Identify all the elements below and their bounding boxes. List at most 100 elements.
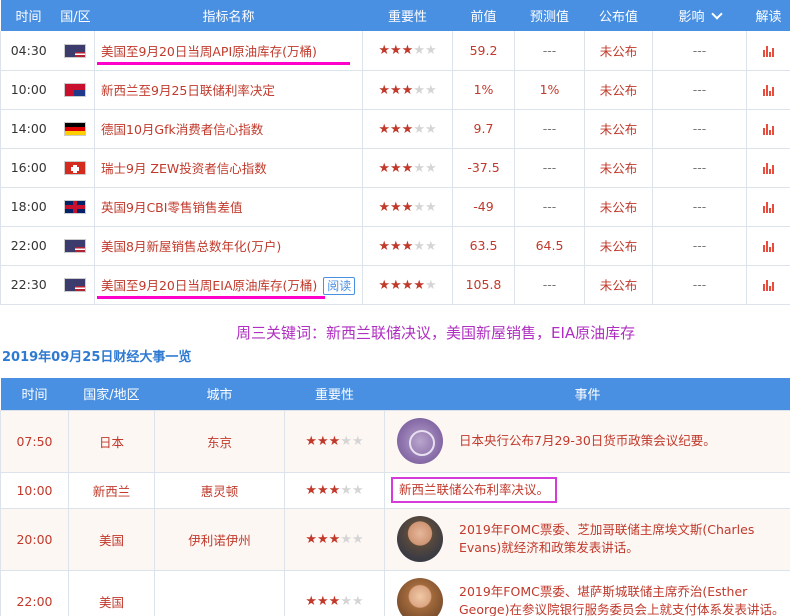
row-importance: ★★★★★: [362, 31, 453, 71]
event-row: 20:00 美国 伊利诺伊州 ★★★★★ 2019年FOMC票委、芝加哥联储主席埃文斯(…: [0, 507, 790, 571]
highlight-box: 新西兰联储公布利率决议。: [391, 477, 558, 503]
star-filled-icon: ★: [378, 238, 391, 254]
event-importance: ★★★★★: [284, 507, 385, 571]
star-filled-icon: ★: [390, 238, 402, 254]
row-indicator[interactable]: 德国10月Gfk消费者信心指数: [94, 109, 363, 149]
event-time: 10:00: [0, 471, 69, 509]
bar-chart-icon[interactable]: [762, 85, 775, 96]
star-filled-icon: ★: [401, 277, 414, 293]
row-analysis[interactable]: [746, 148, 790, 188]
row-time: 04:30: [0, 31, 57, 71]
event-row: 10:00 新西兰 惠灵顿 ★★★★★ 新西兰联储公布利率决议。: [0, 471, 790, 509]
events-header-country: 国家/地区: [68, 378, 155, 410]
row-importance: ★★★★★: [362, 265, 453, 305]
star-filled-icon: ★: [390, 160, 402, 176]
header-actual: 公布值: [584, 0, 653, 31]
star-filled-icon: ★: [401, 238, 414, 254]
row-country-flag: [56, 187, 95, 227]
economic-calendar-table: 时间 国/区 指标名称 重要性 前值 预测值 公布值 影响 解读 04:30 美国…: [0, 0, 790, 305]
row-country-flag: [56, 70, 95, 110]
star-filled-icon: ★: [317, 532, 329, 547]
row-time: 10:00: [0, 70, 57, 110]
event-country: 美国: [68, 507, 155, 571]
event-city: 东京: [154, 409, 285, 473]
ch-flag-icon: [64, 161, 87, 176]
star-filled-icon: ★: [390, 199, 402, 215]
row-analysis[interactable]: [746, 31, 790, 71]
indicator-link[interactable]: 美国至9月20日当周API原油库存(万桶): [101, 44, 317, 59]
calendar-importance-stars: ★★★★★: [378, 161, 436, 176]
event-importance: ★★★★★: [284, 409, 385, 473]
row-analysis[interactable]: [746, 109, 790, 149]
indicator-link[interactable]: 德国10月Gfk消费者信心指数: [101, 122, 263, 137]
events-header-time: 时间: [0, 378, 69, 410]
star-empty-icon: ★: [351, 594, 364, 609]
event-text: 2019年FOMC票委、堪萨斯城联储主席乔治(Esther George)在参议…: [459, 584, 785, 616]
calendar-importance-stars: ★★★★★: [378, 43, 436, 58]
event-description: 新西兰联储公布利率决议。: [384, 471, 790, 509]
row-time: 16:00: [0, 148, 57, 188]
event-country: 美国: [68, 569, 155, 616]
star-filled-icon: ★: [378, 121, 391, 137]
bar-chart-icon[interactable]: [762, 280, 775, 291]
row-actual: 未公布: [584, 109, 653, 149]
chevron-down-icon[interactable]: [710, 8, 723, 20]
row-forecast: ---: [514, 148, 585, 188]
row-country-flag: [56, 226, 95, 266]
star-filled-icon: ★: [390, 82, 402, 98]
row-time: 22:30: [0, 265, 57, 305]
read-button[interactable]: 阅读: [323, 276, 356, 295]
indicator-link[interactable]: 新西兰至9月25日联储利率决定: [101, 83, 275, 98]
row-forecast: 64.5: [514, 226, 585, 266]
bar-chart-icon[interactable]: [762, 124, 775, 135]
row-actual: 未公布: [584, 148, 653, 188]
bar-chart-icon[interactable]: [762, 163, 775, 174]
event-importance-stars: ★★★★★: [305, 532, 363, 547]
row-indicator[interactable]: 美国8月新屋销售总数年化(万户): [94, 226, 363, 266]
row-importance: ★★★★★: [362, 148, 453, 188]
bar-chart-icon[interactable]: [762, 241, 775, 252]
row-analysis[interactable]: [746, 265, 790, 305]
calendar-row: 16:00 瑞士9月 ZEW投资者信心指数 ★★★★★ -37.5 --- 未公布 ---: [0, 148, 790, 188]
row-indicator[interactable]: 新西兰至9月25日联储利率决定: [94, 70, 363, 110]
bar-chart-icon[interactable]: [762, 202, 775, 213]
star-filled-icon: ★: [328, 434, 341, 449]
row-actual: 未公布: [584, 70, 653, 110]
row-indicator[interactable]: 英国9月CBI零售销售差值: [94, 187, 363, 227]
star-filled-icon: ★: [401, 160, 414, 176]
event-text: 日本央行公布7月29-30日货币政策会议纪要。: [459, 433, 716, 448]
nz-flag-icon: [64, 83, 87, 98]
star-filled-icon: ★: [401, 82, 414, 98]
row-previous: 59.2: [452, 31, 515, 71]
calendar-importance-stars: ★★★★★: [378, 122, 436, 137]
header-analysis: 解读: [746, 0, 790, 31]
header-impact[interactable]: 影响: [652, 0, 747, 31]
star-filled-icon: ★: [390, 121, 402, 137]
star-empty-icon: ★: [424, 121, 437, 137]
row-analysis[interactable]: [746, 70, 790, 110]
row-analysis[interactable]: [746, 187, 790, 227]
indicator-link[interactable]: 英国9月CBI零售销售差值: [101, 200, 242, 215]
events-header-event: 事件: [384, 378, 790, 410]
star-empty-icon: ★: [424, 82, 437, 98]
event-text: 2019年FOMC票委、芝加哥联储主席埃文斯(Charles Evans)就经济…: [459, 522, 755, 555]
calendar-importance-stars: ★★★★★: [378, 200, 436, 215]
star-filled-icon: ★: [401, 43, 414, 59]
indicator-link[interactable]: 瑞士9月 ZEW投资者信心指数: [101, 161, 267, 176]
star-filled-icon: ★: [305, 434, 318, 449]
indicator-link[interactable]: 美国至9月20日当周EIA原油库存(万桶): [101, 278, 317, 293]
us-flag-icon: [64, 278, 87, 293]
star-empty-icon: ★: [351, 434, 364, 449]
header-impact-label: 影响: [678, 10, 705, 25]
row-indicator[interactable]: 瑞士9月 ZEW投资者信心指数: [94, 148, 363, 188]
row-analysis[interactable]: [746, 226, 790, 266]
uk-flag-icon: [64, 200, 87, 215]
row-actual: 未公布: [584, 187, 653, 227]
star-empty-icon: ★: [424, 43, 437, 59]
row-forecast: ---: [514, 109, 585, 149]
highlight-underline-api: [97, 62, 350, 65]
calendar-row: 10:00 新西兰至9月25日联储利率决定 ★★★★★ 1% 1% 未公布 ---: [0, 70, 790, 110]
header-indicator: 指标名称: [94, 0, 363, 31]
indicator-link[interactable]: 美国8月新屋销售总数年化(万户): [101, 239, 281, 254]
bar-chart-icon[interactable]: [762, 45, 775, 57]
